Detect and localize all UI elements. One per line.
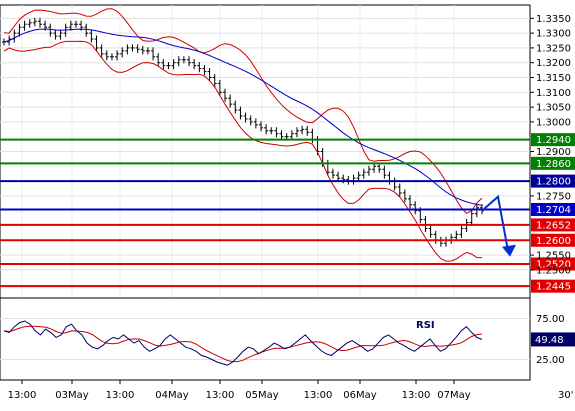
price-tick-label: 1.3150	[536, 73, 571, 84]
price-tick-label: 1.3300	[536, 29, 571, 40]
level-label: 1.2704	[536, 205, 571, 216]
rsi-tick-label: 75.00	[536, 314, 565, 325]
price-tick-label: 1.2900	[536, 147, 571, 158]
time-tick-label: 05May	[245, 390, 278, 401]
price-tick-label: 1.2500	[536, 265, 571, 276]
time-axis: 13:00 03May 13:00 04May 13:00 05May 13:00 06May…	[8, 380, 573, 401]
price-tick-label: 1.3000	[536, 117, 571, 128]
time-tick-label: 07May	[437, 390, 470, 401]
time-tick-label: 04May	[155, 390, 188, 401]
timeframe-label: 30'	[558, 390, 573, 401]
level-label: 1.2940	[536, 135, 571, 146]
level-label: 1.2800	[536, 177, 571, 188]
price-chart: 1.2940 1.2860 1.2800 1.2704 1.2652 1.2600 1.25…	[0, 4, 575, 401]
level-label: 1.2652	[536, 220, 571, 231]
time-tick-label: 13:00	[304, 390, 333, 401]
time-tick-label: 13:00	[402, 390, 431, 401]
level-label: 1.2445	[536, 282, 571, 293]
price-tick-label: 1.2550	[536, 251, 571, 262]
price-tick-label: 1.2750	[536, 191, 571, 202]
rsi-tick-label: 25.00	[536, 355, 565, 366]
level-label: 1.2860	[536, 159, 571, 170]
rsi-axis: 75.00 25.00 49.48	[531, 314, 575, 366]
price-tick-label: 1.3100	[536, 88, 571, 99]
rsi-current-label: 49.48	[535, 335, 564, 346]
price-tick-label: 1.3350	[536, 14, 571, 25]
time-tick-label: 13:00	[106, 390, 135, 401]
price-tick-label: 1.3250	[536, 43, 571, 54]
time-tick-label: 06May	[343, 390, 376, 401]
rsi-panel	[0, 297, 531, 381]
rsi-title: RSI	[416, 320, 435, 331]
time-tick-label: 13:00	[206, 390, 235, 401]
level-label: 1.2600	[536, 236, 571, 247]
time-tick-label: 13:00	[8, 390, 37, 401]
time-tick-label: 03May	[55, 390, 88, 401]
price-tick-label: 1.3200	[536, 58, 571, 69]
price-tick-label: 1.3050	[536, 103, 571, 114]
